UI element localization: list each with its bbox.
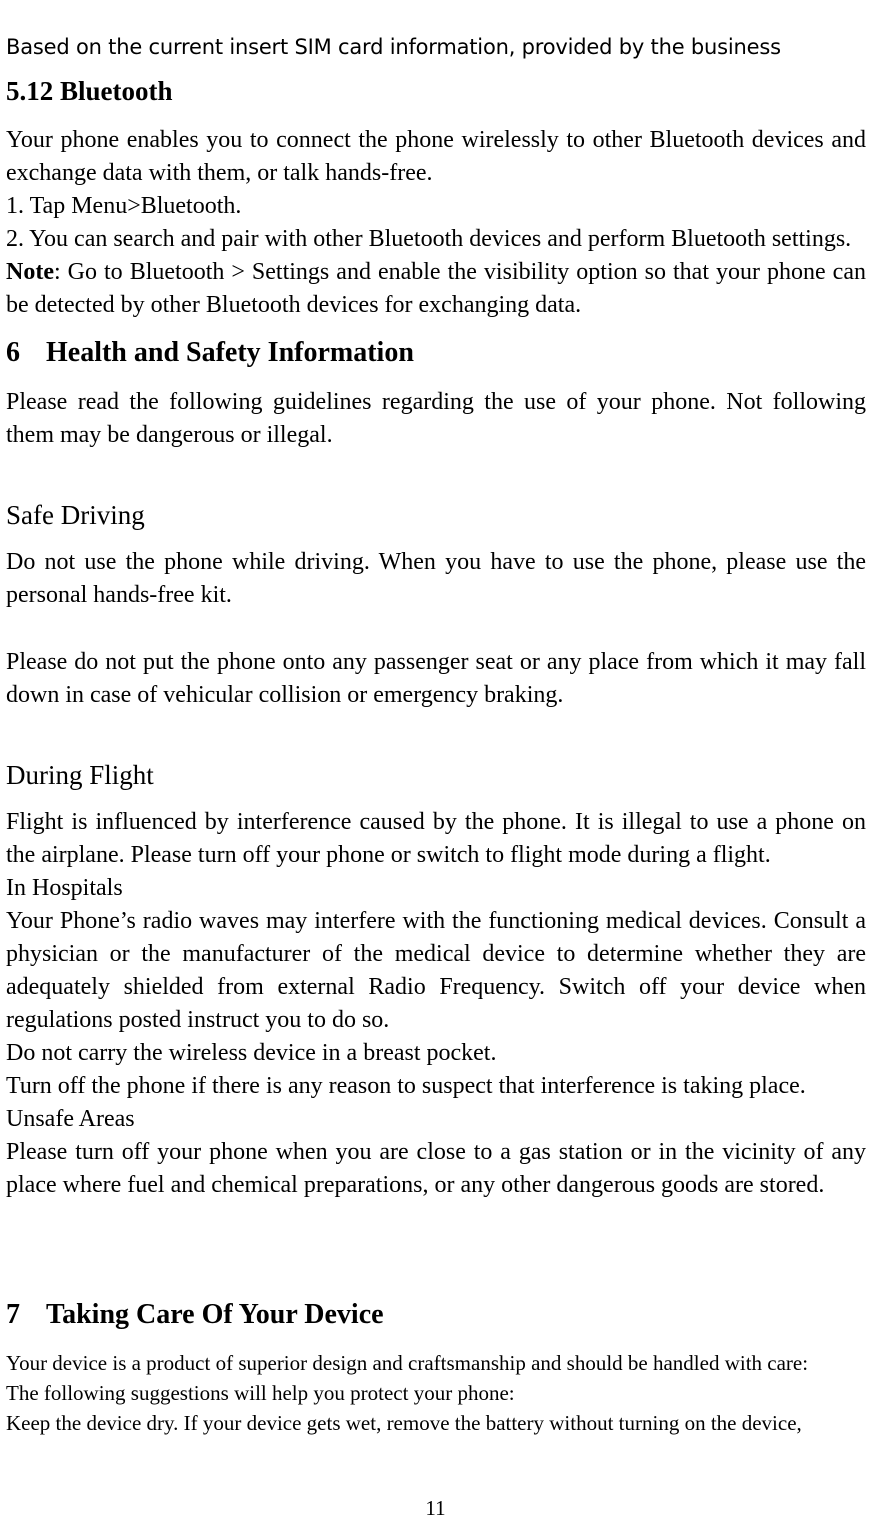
in-hospitals-paragraph: Your Phone’s radio waves may interfere w…: [6, 908, 866, 1033]
bluetooth-step-2: 2. You can search and pair with other Bl…: [6, 226, 852, 252]
note-label: Note: [6, 259, 54, 285]
running-header: Based on the current insert SIM card inf…: [6, 35, 781, 59]
chapter-title-7: Taking Care Of Your Device: [46, 1299, 384, 1330]
chapter-number-6: 6: [6, 337, 20, 368]
bluetooth-note-paragraph: Note: Go to Bluetooth > Settings and ena…: [6, 256, 866, 322]
safe-driving-paragraph-1: Do not use the phone while driving. When…: [6, 549, 866, 608]
care-line-1: Your device is a product of superior des…: [6, 1351, 809, 1375]
bluetooth-intro-paragraph: Your phone enables you to connect the ph…: [6, 127, 866, 186]
health-intro-paragraph: Please read the following guidelines reg…: [6, 389, 866, 448]
interference-line: Turn off the phone if there is any reaso…: [6, 1073, 806, 1099]
safe-driving-paragraph-2: Please do not put the phone onto any pas…: [6, 649, 866, 708]
care-line-3: Keep the device dry. If your device gets…: [6, 1411, 802, 1435]
unsafe-areas-paragraph: Please turn off your phone when you are …: [6, 1139, 866, 1198]
heading-taking-care: 7 Taking Care Of Your Device: [6, 1298, 866, 1332]
breast-pocket-line: Do not carry the wireless device in a br…: [6, 1040, 497, 1066]
page-number: 11: [425, 1496, 446, 1520]
care-line-2: The following suggestions will help you …: [6, 1381, 515, 1405]
heading-during-flight: During Flight: [6, 760, 154, 790]
bluetooth-step-1: 1. Tap Menu>Bluetooth.: [6, 193, 242, 219]
document-page: Based on the current insert SIM card inf…: [0, 0, 871, 1532]
subheading-unsafe-areas: Unsafe Areas: [6, 1106, 135, 1132]
note-text: : Go to Bluetooth > Settings and enable …: [6, 259, 866, 318]
heading-bluetooth: 5.12 Bluetooth: [6, 76, 173, 106]
chapter-number-7: 7: [6, 1299, 20, 1330]
subheading-in-hospitals: In Hospitals: [6, 875, 123, 901]
chapter-title-6: Health and Safety Information: [46, 337, 414, 368]
during-flight-paragraph-1: Flight is influenced by interference cau…: [6, 809, 866, 868]
heading-health-and-safety: 6 Health and Safety Information: [6, 336, 866, 370]
heading-safe-driving: Safe Driving: [6, 500, 145, 530]
